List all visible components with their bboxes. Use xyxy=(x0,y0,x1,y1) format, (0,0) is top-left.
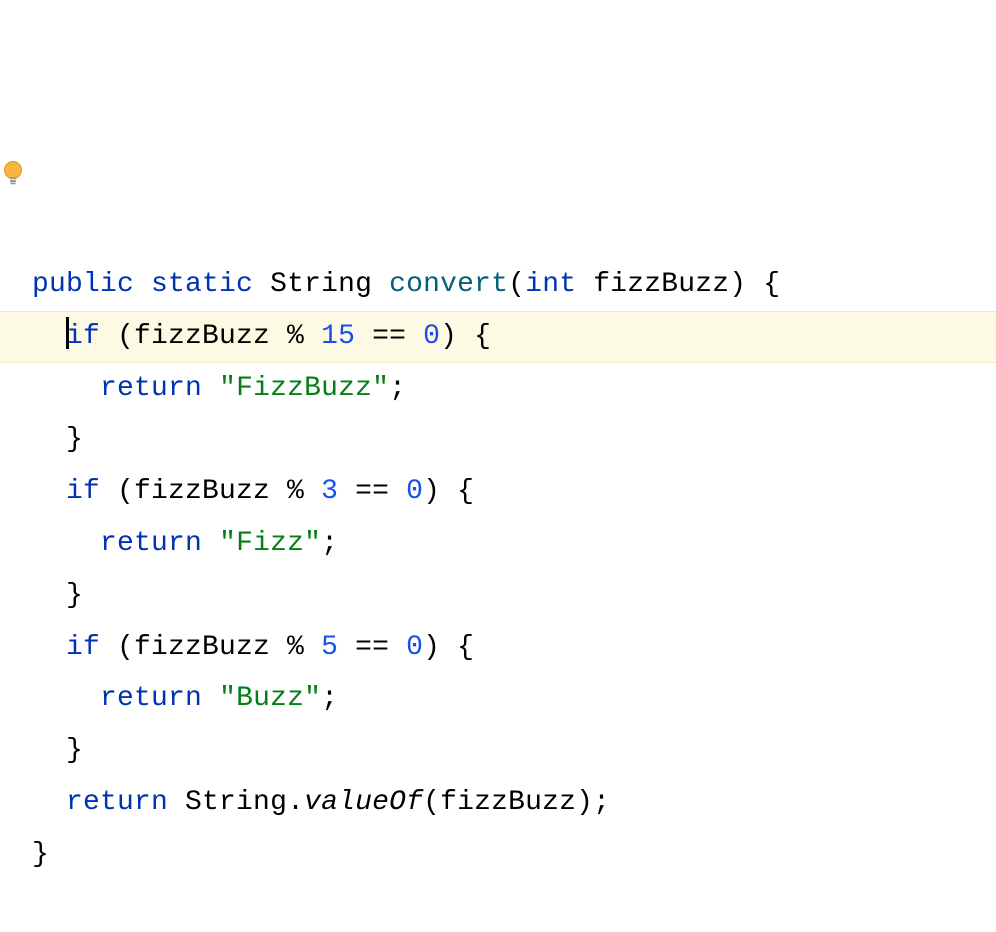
op-eq: == xyxy=(338,476,406,507)
string-literal: "Buzz" xyxy=(219,683,321,714)
code-line[interactable]: return "FizzBuzz"; xyxy=(0,363,996,415)
keyword-if: if xyxy=(66,632,100,663)
static-call: valueOf xyxy=(304,787,423,818)
ret-text: (fizzBuzz); xyxy=(423,787,610,818)
code-editor[interactable]: public static String convert(int fizzBuz… xyxy=(0,0,996,932)
semicolon: ; xyxy=(321,683,338,714)
type-string: String xyxy=(270,269,372,300)
keyword-return: return xyxy=(100,373,202,404)
param-name: fizzBuzz xyxy=(593,269,729,300)
code-line[interactable]: } xyxy=(0,829,996,881)
code-line-highlighted[interactable]: if (fizzBuzz % 15 == 0) { xyxy=(0,311,996,363)
cond-text: (fizzBuzz % xyxy=(100,632,321,663)
paren-open: ( xyxy=(508,269,525,300)
code-line[interactable]: if (fizzBuzz % 5 == 0) { xyxy=(0,622,996,674)
semicolon: ; xyxy=(389,373,406,404)
string-literal: "Fizz" xyxy=(219,528,321,559)
number-literal: 5 xyxy=(321,632,338,663)
code-line[interactable]: if (fizzBuzz % 3 == 0) { xyxy=(0,466,996,518)
code-line[interactable]: } xyxy=(0,725,996,777)
keyword-return: return xyxy=(100,528,202,559)
cond-text: (fizzBuzz % xyxy=(100,321,321,352)
number-literal: 15 xyxy=(321,321,355,352)
code-line[interactable]: return String.valueOf(fizzBuzz); xyxy=(0,777,996,829)
string-literal: "FizzBuzz" xyxy=(219,373,389,404)
text-caret xyxy=(66,317,69,349)
cond-close: ) { xyxy=(423,632,474,663)
code-line[interactable]: public static String convert(int fizzBuz… xyxy=(0,259,996,311)
intention-bulb-icon[interactable] xyxy=(2,56,24,78)
semicolon: ; xyxy=(321,528,338,559)
method-name: convert xyxy=(389,269,508,300)
cond-close: ) { xyxy=(423,476,474,507)
number-literal: 0 xyxy=(423,321,440,352)
brace-close: } xyxy=(66,580,83,611)
op-eq: == xyxy=(355,321,423,352)
keyword-return: return xyxy=(100,683,202,714)
brace-close: } xyxy=(32,839,49,870)
keyword-return: return xyxy=(66,787,168,818)
keyword-if: if xyxy=(66,476,100,507)
code-line[interactable]: } xyxy=(0,570,996,622)
op-eq: == xyxy=(338,632,406,663)
paren-close-brace: ) { xyxy=(729,269,780,300)
number-literal: 3 xyxy=(321,476,338,507)
brace-close: } xyxy=(66,735,83,766)
ret-text: String. xyxy=(168,787,304,818)
keyword-static: static xyxy=(151,269,253,300)
code-line[interactable]: return "Fizz"; xyxy=(0,518,996,570)
brace-close: } xyxy=(66,424,83,455)
code-line[interactable]: } xyxy=(0,414,996,466)
keyword-int: int xyxy=(525,269,576,300)
number-literal: 0 xyxy=(406,632,423,663)
code-line[interactable]: return "Buzz"; xyxy=(0,673,996,725)
number-literal: 0 xyxy=(406,476,423,507)
keyword-if: if xyxy=(66,321,100,352)
keyword-public: public xyxy=(32,269,134,300)
cond-text: (fizzBuzz % xyxy=(100,476,321,507)
cond-close: ) { xyxy=(440,321,491,352)
